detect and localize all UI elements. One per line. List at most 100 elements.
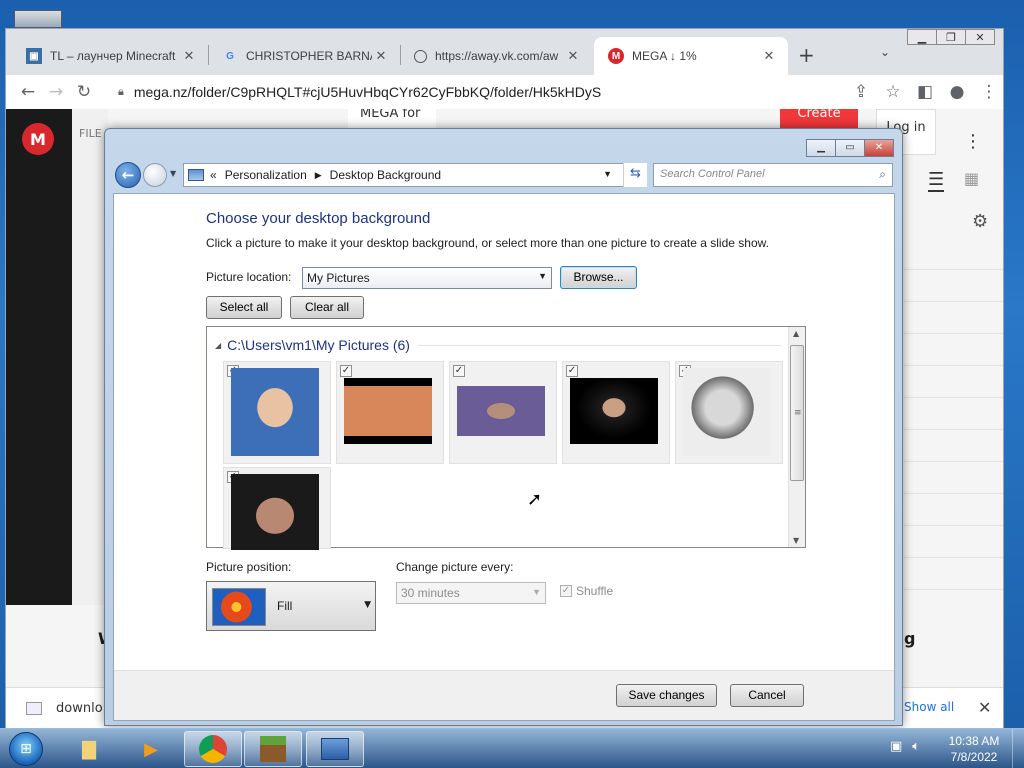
network-icon[interactable]: ▣ [890,739,902,754]
address-bar[interactable]: 🔒︎ mega.nz/folder/C9pRHQLT#cjU5HuvHbqCYr… [118,80,878,104]
list-view-icon[interactable]: ☰ [928,169,945,192]
tab-search-chevron-icon[interactable]: ⌄ [880,45,890,59]
taskbar-explorer[interactable]: ▇ [60,731,118,767]
tab-google[interactable]: G CHRISTOPHER BARNATT ✕ [208,37,400,75]
tab-strip: ▣ TL – лаунчер Minecraft ✕ G CHRISTOPHER… [6,29,1003,75]
cp-address-bar[interactable]: « Personalization ▶ Desktop Background ▼ [183,163,647,187]
browser-toolbar: ← → ↻ 🔒︎ mega.nz/folder/C9pRHQLT#cjU5Huv… [6,75,1003,109]
dropdown-arrow-icon: ▼ [538,271,547,281]
breadcrumb-separator-icon[interactable]: ▶ [315,170,322,181]
taskbar-media-player[interactable]: ▶ [122,731,180,767]
menu-kebab-icon[interactable]: ⋮ [975,78,1003,106]
back-arrow-icon[interactable]: ← [14,78,42,106]
more-options-icon[interactable]: ⋮ [964,131,982,152]
google-favicon-icon: G [226,50,234,62]
close-tab-icon[interactable]: ✕ [180,48,198,64]
close-icon[interactable]: ✕ [965,29,995,45]
flower-thumbnail [212,588,266,626]
close-icon[interactable]: ✕ [864,139,894,157]
page-title: Choose your desktop background [206,210,431,227]
address-dropdown-icon[interactable]: ▼ [603,169,612,179]
search-icon[interactable]: ⌕ [879,167,886,182]
picture-thumbnail-6[interactable]: ✓ [223,467,331,550]
close-tab-icon[interactable]: ✕ [760,48,778,64]
picture-thumbnail-5[interactable]: ✓ [675,361,783,464]
picture-position-select[interactable]: Fill ▼ [206,581,376,631]
picture-thumbnail-4[interactable]: ✓ [562,361,670,464]
tab-mega[interactable]: M MEGA ↓ 1% ✕ [594,37,788,75]
cp-content: Choose your desktop background Click a p… [113,193,895,721]
download-item[interactable]: downlo [56,701,103,716]
show-desktop-button[interactable] [1012,729,1024,768]
forward-arrow-icon[interactable]: → [42,78,70,106]
grid-view-icon[interactable]: ▦ [964,169,979,188]
picture-checkbox[interactable]: ✓ [453,365,465,377]
tab-vk-away[interactable]: https://away.vk.com/aw ✕ [400,37,592,75]
taskbar-control-panel[interactable] [306,731,364,767]
shuffle-checkbox[interactable]: ✓ Shuffle [560,584,613,598]
clear-all-button[interactable]: Clear all [290,296,364,319]
close-download-bar-icon[interactable]: ✕ [978,698,991,717]
scroll-down-arrow-icon[interactable]: ▼ [793,536,799,545]
picture-location-select[interactable]: My Pictures ▼ [302,267,552,289]
browse-button[interactable]: Browse... [560,266,637,289]
save-changes-button[interactable]: Save changes [616,684,717,707]
vertical-scrollbar[interactable]: ▲ ≡ ▼ [788,327,805,547]
recent-pages-chevron-icon[interactable]: ▼ [170,169,176,178]
collapse-triangle-icon[interactable]: ◢ [215,341,221,350]
share-icon[interactable]: ⇪ [847,78,875,106]
clock-time: 10:38 AM [948,734,1000,748]
picture-thumbnail-1[interactable]: ✓ [223,361,331,464]
select-all-button[interactable]: Select all [206,296,282,319]
minimize-icon[interactable]: ▁ [907,29,937,45]
cancel-button[interactable]: Cancel [730,684,804,707]
search-control-panel-input[interactable]: Search Control Panel ⌕ [653,163,893,187]
new-tab-button[interactable]: + [798,43,815,67]
tab-minecraft[interactable]: ▣ TL – лаунчер Minecraft ✕ [12,37,208,75]
checkbox-box[interactable]: ✓ [560,585,572,597]
taskbar-chrome[interactable] [184,731,242,767]
group-header[interactable]: ◢ C:\Users\vm1\My Pictures (6) [215,337,781,353]
picture-thumbnail-3[interactable]: ✓ [449,361,557,464]
breadcrumb-overflow[interactable]: « [210,168,217,182]
show-all-link[interactable]: Show all [904,700,954,714]
volume-icon[interactable]: 🔈︎ [912,739,920,754]
close-tab-icon[interactable]: ✕ [372,48,390,64]
restore-icon[interactable]: ❐ [936,29,966,45]
picture-checkbox[interactable]: ✓ [566,365,578,377]
purple-photo [457,386,545,436]
forward-arrow-icon[interactable] [143,163,167,187]
taskbar: ⊞ ▇ ▶ ▣ 🔈︎ 10:38 AM 7/8/2022 [0,728,1024,768]
gear-icon[interactable]: ⚙ [972,211,988,232]
taskbar-minecraft[interactable] [244,731,302,767]
mega-logo[interactable]: M [22,123,54,155]
list-divider [904,269,1003,270]
portrait-photo [231,368,319,456]
picture-checkbox[interactable]: ✓ [340,365,352,377]
side-panel-icon[interactable]: ◧ [911,78,939,106]
picture-thumbnail-2[interactable]: ✓ [336,361,444,464]
scroll-thumb[interactable]: ≡ [790,345,804,481]
mouse-cursor-icon: ➚ [527,489,543,510]
start-button[interactable]: ⊞ [2,729,50,768]
profile-avatar-icon[interactable]: ● [943,78,971,106]
close-tab-icon[interactable]: ✕ [564,48,582,64]
bookmark-star-icon[interactable]: ☆ [879,78,907,106]
scroll-up-arrow-icon[interactable]: ▲ [793,329,799,338]
list-divider [904,397,1003,398]
breadcrumb-desktop-background[interactable]: Desktop Background [330,168,441,182]
back-arrow-icon[interactable]: ← [115,162,141,188]
create-account-button[interactable]: Create [780,109,858,129]
clock[interactable]: 10:38 AM 7/8/2022 [938,733,1010,765]
desktop-icon[interactable] [14,10,62,28]
minecraft-block-icon [260,736,286,762]
breadcrumb-personalization[interactable]: Personalization [225,168,307,182]
refresh-icon[interactable]: ⇆ [623,163,647,187]
reload-icon[interactable]: ↻ [70,78,98,106]
maximize-icon[interactable]: ▭ [835,139,865,157]
picture-location-label: Picture location: [206,270,292,284]
list-divider [904,461,1003,462]
closeup-portrait-photo [231,474,319,550]
change-picture-interval-select[interactable]: 30 minutes ▼ [396,582,546,604]
minimize-icon[interactable]: ▁ [806,139,836,157]
